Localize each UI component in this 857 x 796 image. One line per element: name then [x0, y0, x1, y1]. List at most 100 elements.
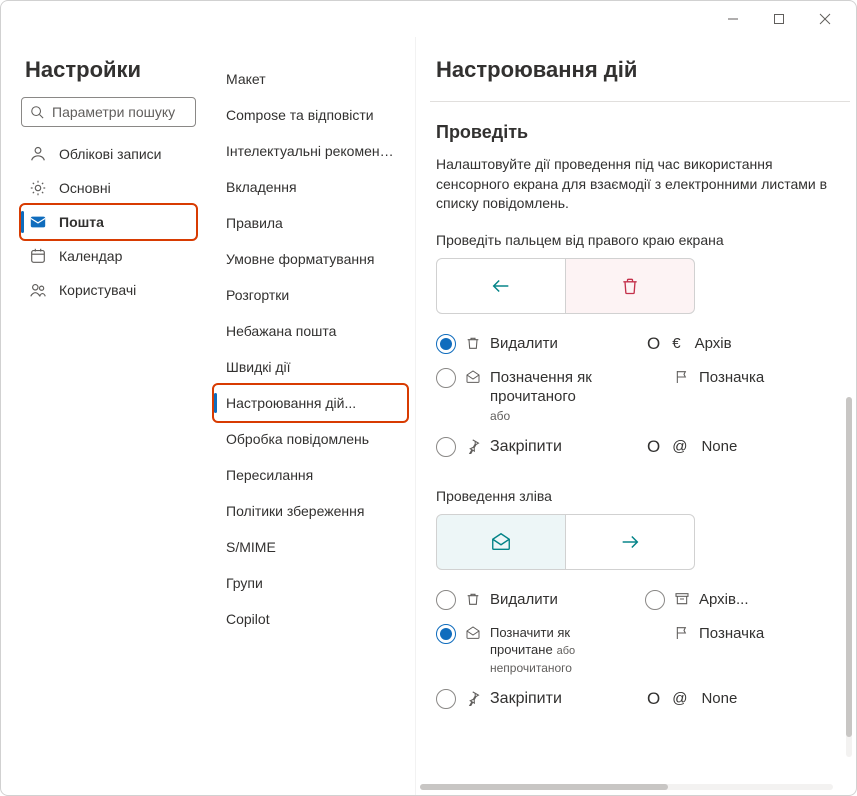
scrollbar-thumb[interactable]: [420, 784, 668, 790]
left-swipe-tiles: [436, 514, 844, 570]
option-flag[interactable]: Позначка: [645, 624, 844, 676]
search-input[interactable]: Параметри пошуку: [21, 97, 196, 127]
option-label: None: [701, 437, 737, 457]
section-title: Проведіть: [436, 122, 844, 143]
circle-icon: O: [647, 334, 660, 354]
option-delete[interactable]: Видалити: [436, 334, 635, 354]
option-label: Архів...: [699, 590, 748, 610]
option-sublabel: або: [490, 409, 510, 423]
right-swipe-label: Проведіть пальцем від правого краю екран…: [436, 232, 844, 248]
left-swipe-options: Видалити Архів... Позначити як прочитан: [436, 590, 844, 711]
sidebar-item-people[interactable]: Користувачі: [21, 273, 196, 307]
radio-icon: [436, 368, 456, 388]
sidebar-item-calendar[interactable]: Календар: [21, 239, 196, 273]
sub-item-groups[interactable]: Групи: [214, 565, 407, 601]
sub-item-junk[interactable]: Небажана пошта: [214, 313, 407, 349]
sub-item-compose[interactable]: Compose та відповісти: [214, 97, 407, 133]
section-description: Налаштовуйте дії проведення під час вико…: [436, 155, 844, 214]
pin-icon: [464, 437, 482, 455]
main-panel: Настроювання дій Проведіть Налаштовуйте …: [416, 37, 856, 795]
flag-icon: [673, 368, 691, 386]
sub-item-smime[interactable]: S/MIME: [214, 529, 407, 565]
sub-item-retention[interactable]: Політики збереження: [214, 493, 407, 529]
content-area: Настройки Параметри пошуку Облікові запи…: [1, 37, 856, 795]
sidebar-title: Настройки: [21, 57, 196, 83]
minimize-button[interactable]: [710, 3, 756, 35]
horizontal-scrollbar[interactable]: [420, 784, 833, 790]
option-delete[interactable]: Видалити: [436, 590, 635, 610]
scrollbar-thumb[interactable]: [846, 397, 852, 737]
sidebar-item-label: Користувачі: [59, 282, 136, 298]
page-title: Настроювання дій: [436, 57, 844, 83]
sub-item-layout[interactable]: Макет: [214, 61, 407, 97]
option-archive[interactable]: O € Архів: [645, 334, 844, 354]
right-swipe-tile-delete[interactable]: [565, 258, 695, 314]
option-label: Закріпити: [490, 437, 562, 458]
vertical-scrollbar[interactable]: [846, 397, 852, 757]
option-flag[interactable]: Позначка: [645, 368, 844, 423]
sub-item-rules[interactable]: Правила: [214, 205, 407, 241]
pin-icon: [464, 689, 482, 707]
sidebar-item-label: Облікові записи: [59, 146, 162, 162]
option-mark-read[interactable]: Позначення як прочитаного або: [436, 368, 635, 423]
radio-icon: [436, 437, 456, 457]
person-icon: [29, 145, 47, 163]
option-pin[interactable]: Закріпити: [436, 689, 635, 710]
sidebar-item-label: Календар: [59, 248, 122, 264]
radio-icon: [436, 590, 456, 610]
option-label: Видалити: [490, 590, 558, 610]
sidebar-item-general[interactable]: Основні: [21, 171, 196, 205]
sidebar-item-accounts[interactable]: Облікові записи: [21, 137, 196, 171]
sub-item-copilot[interactable]: Copilot: [214, 601, 407, 637]
right-swipe-tiles: [436, 258, 844, 314]
right-swipe-tile-back[interactable]: [436, 258, 566, 314]
sub-item-conditional[interactable]: Умовне форматування: [214, 241, 407, 277]
option-archive[interactable]: Архів...: [645, 590, 844, 610]
archive-icon: [673, 590, 691, 608]
option-none[interactable]: O @ None: [645, 689, 844, 710]
at-icon: @: [672, 689, 687, 709]
people-icon: [29, 281, 47, 299]
radio-icon: [436, 334, 456, 354]
option-or: або: [557, 645, 576, 657]
settings-window: Настройки Параметри пошуку Облікові запи…: [0, 0, 857, 796]
search-placeholder: Параметри пошуку: [52, 104, 175, 120]
sub-item-attachments[interactable]: Вкладення: [214, 169, 407, 205]
option-pin[interactable]: Закріпити: [436, 437, 635, 458]
sub-item-sweep[interactable]: Розгортки: [214, 277, 407, 313]
maximize-button[interactable]: [756, 3, 802, 35]
option-none[interactable]: O @ None: [645, 437, 844, 458]
sub-item-quick[interactable]: Швидкі дії: [214, 349, 407, 385]
titlebar: [1, 1, 856, 37]
euro-icon: €: [672, 334, 680, 354]
mail-open-icon: [464, 624, 482, 642]
left-swipe-tile-read[interactable]: [436, 514, 566, 570]
left-swipe-tile-forward[interactable]: [565, 514, 695, 570]
option-label: Архів: [695, 334, 732, 354]
sidebar-item-mail[interactable]: Пошта: [21, 205, 196, 239]
mail-open-icon: [490, 531, 512, 553]
close-button[interactable]: [802, 3, 848, 35]
mail-open-icon: [464, 368, 482, 386]
sub-item-customize-actions[interactable]: Настроювання дій...: [214, 385, 407, 421]
at-icon: @: [672, 437, 687, 457]
search-icon: [30, 105, 44, 119]
radio-icon: [436, 689, 456, 709]
sub-item-forwarding[interactable]: Пересилання: [214, 457, 407, 493]
sub-item-smart[interactable]: Інтелектуальні рекомендації: [214, 133, 407, 169]
right-swipe-options: Видалити O € Архів Позначення як прочита…: [436, 334, 844, 458]
arrow-right-icon: [619, 531, 641, 553]
sub-item-handling[interactable]: Обробка повідомлень: [214, 421, 407, 457]
trash-icon: [464, 590, 482, 608]
option-label: Позначення як прочитаного: [490, 369, 592, 406]
option-mark-read[interactable]: Позначити як прочитане або непрочитаного: [436, 624, 635, 676]
circle-icon: O: [647, 437, 660, 457]
sidebar-item-label: Основні: [59, 180, 111, 196]
circle-icon: O: [647, 689, 660, 709]
calendar-icon: [29, 247, 47, 265]
radio-icon: [645, 590, 665, 610]
secondary-sidebar: Макет Compose та відповісти Інтелектуаль…: [206, 37, 416, 795]
arrow-left-icon: [490, 275, 512, 297]
left-swipe-label: Проведення зліва: [436, 488, 844, 504]
flag-icon: [673, 624, 691, 642]
